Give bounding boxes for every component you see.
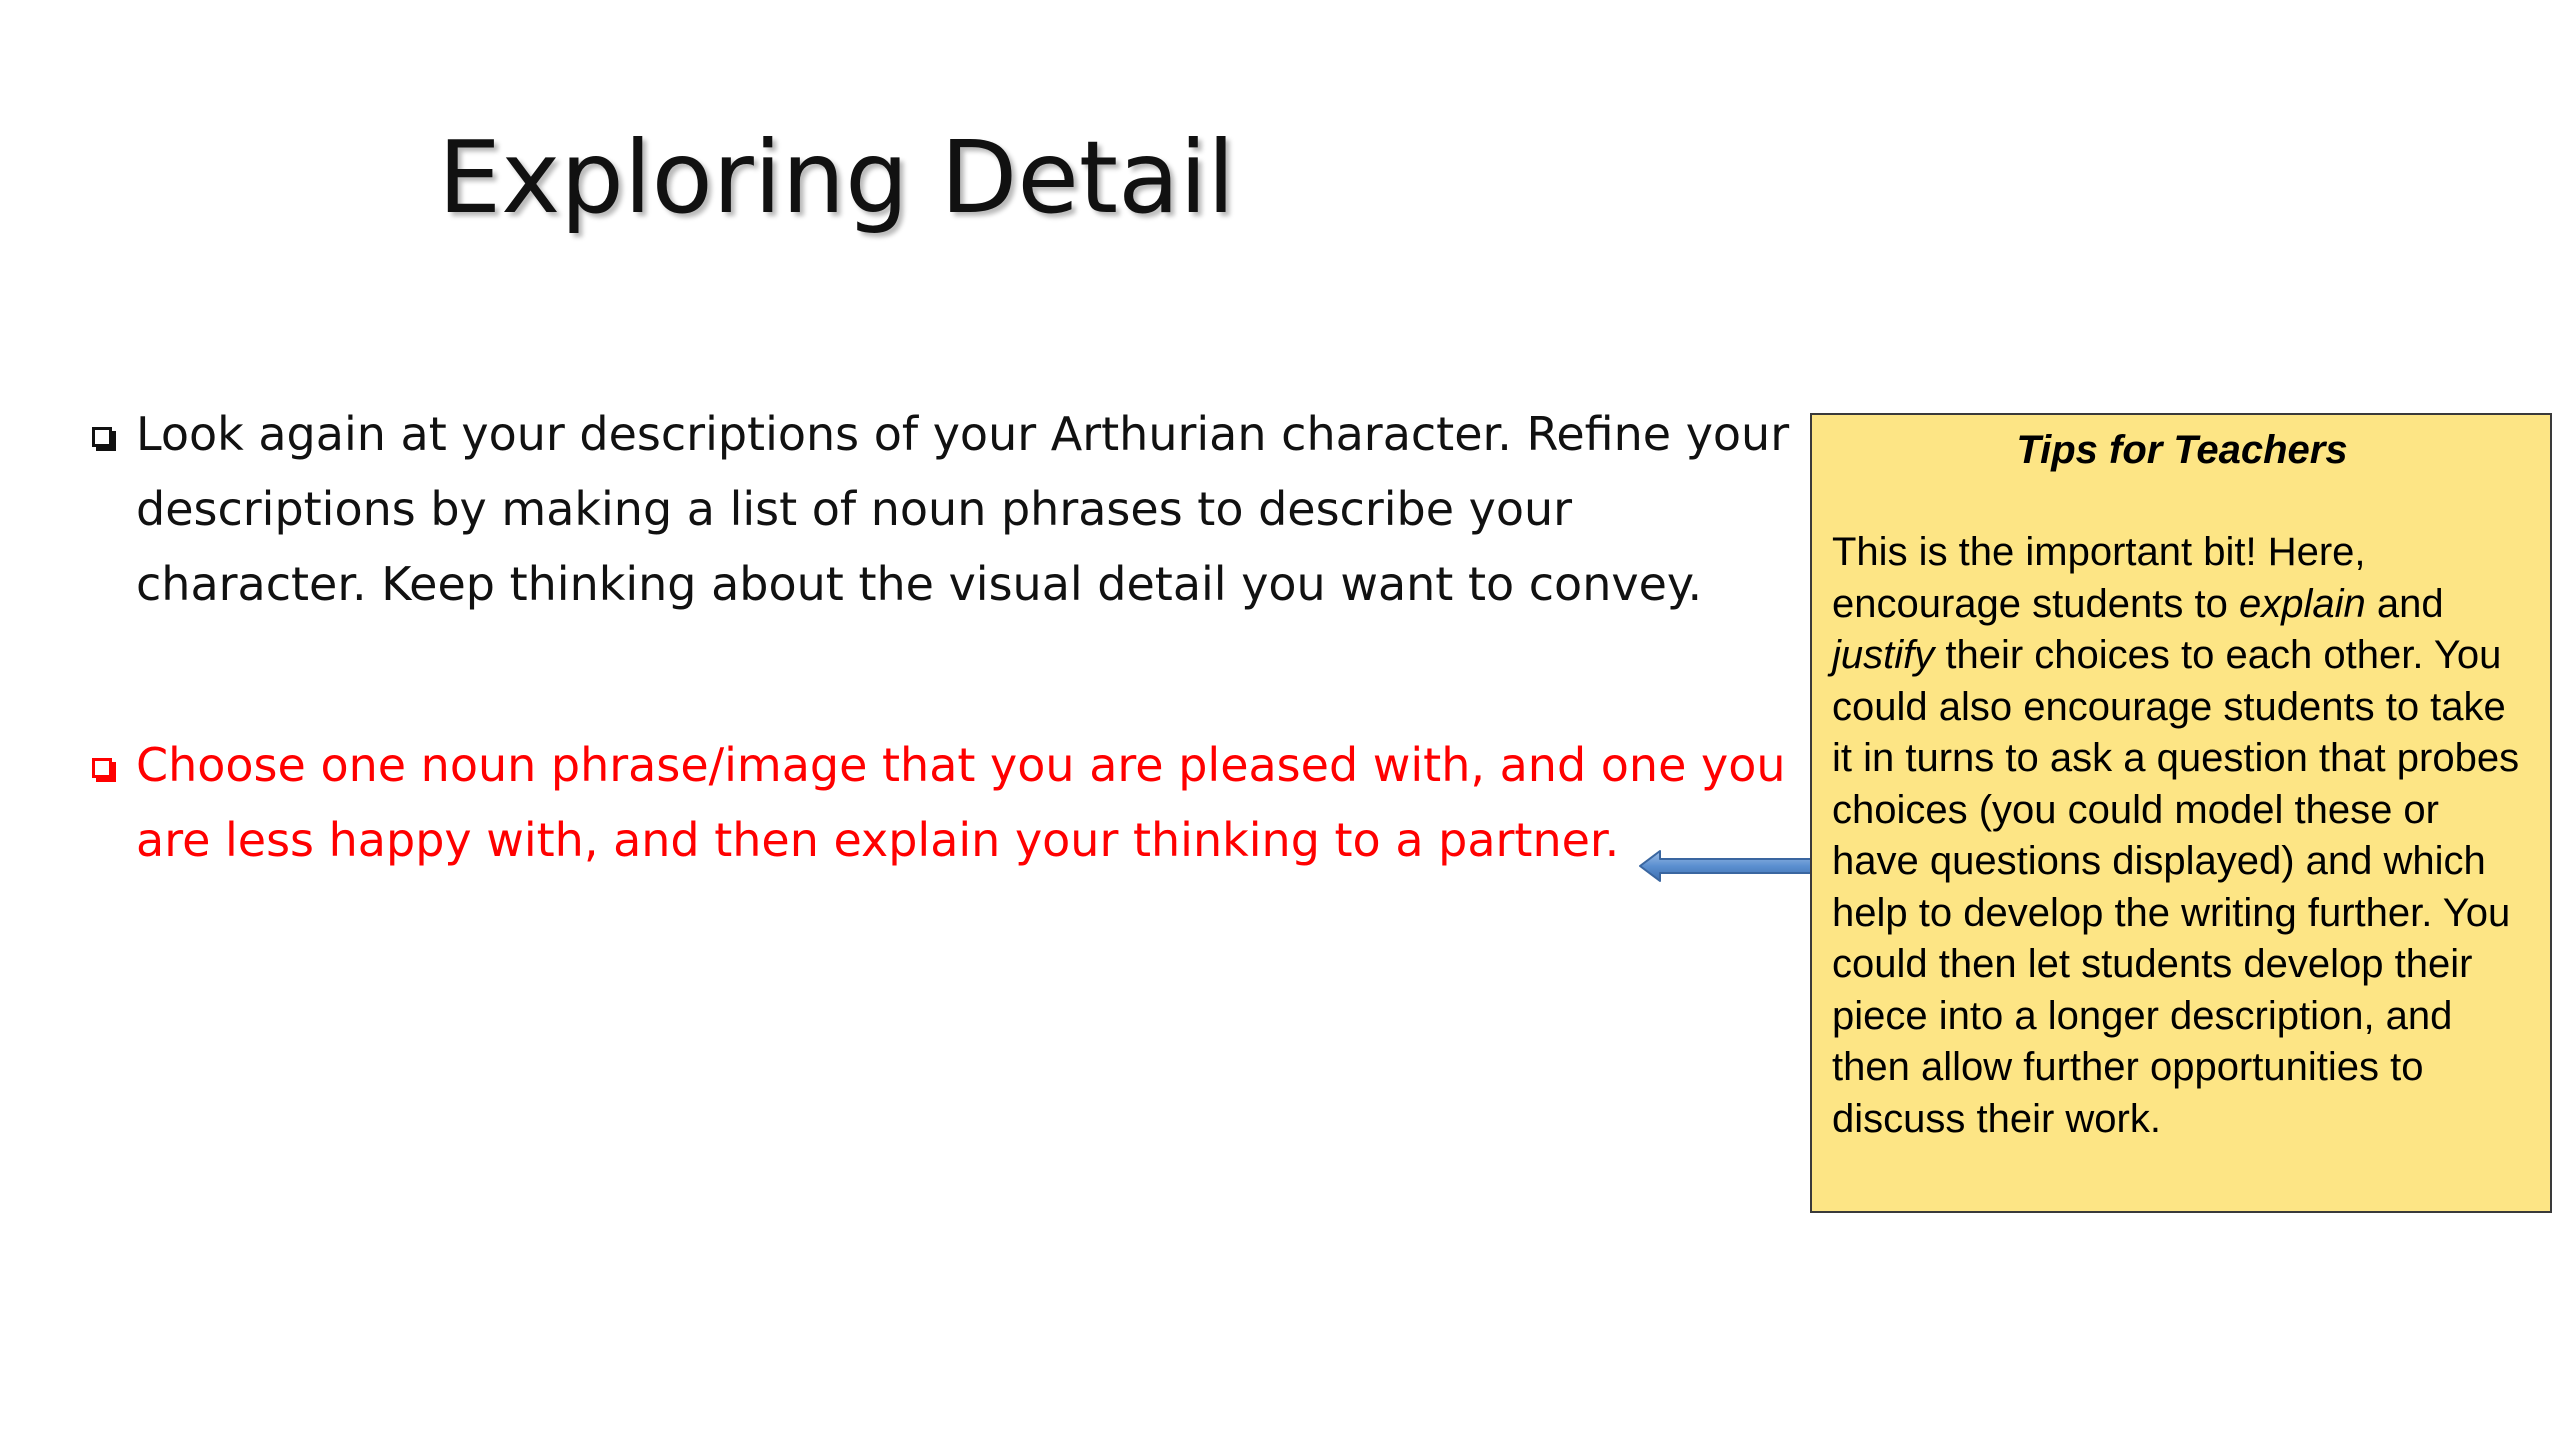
left-arrow-icon	[1639, 850, 1813, 882]
tips-emphasis-justify: justify	[1832, 633, 1935, 677]
tips-for-teachers-box: Tips for Teachers This is the important …	[1810, 413, 2552, 1213]
slide-title: Exploring Detail	[438, 119, 1235, 236]
tips-title: Tips for Teachers	[2016, 428, 2348, 472]
checkbox-icon	[92, 758, 112, 778]
tips-emphasis-explain: explain	[2238, 581, 2366, 626]
tips-body-text: their choices to each other. You could a…	[1832, 633, 2520, 1141]
bullet-text: Choose one noun phrase/image that you ar…	[136, 738, 1786, 867]
bullet-item-refine: Look again at your descriptions of your …	[92, 397, 1792, 622]
bullet-item-choose: Choose one noun phrase/image that you ar…	[92, 728, 1792, 878]
tips-body: This is the important bit! Here, encoura…	[1832, 527, 2532, 1145]
bullet-text: Look again at your descriptions of your …	[136, 407, 1790, 611]
tips-body-text: and	[2365, 581, 2444, 626]
checkbox-icon	[92, 427, 112, 447]
